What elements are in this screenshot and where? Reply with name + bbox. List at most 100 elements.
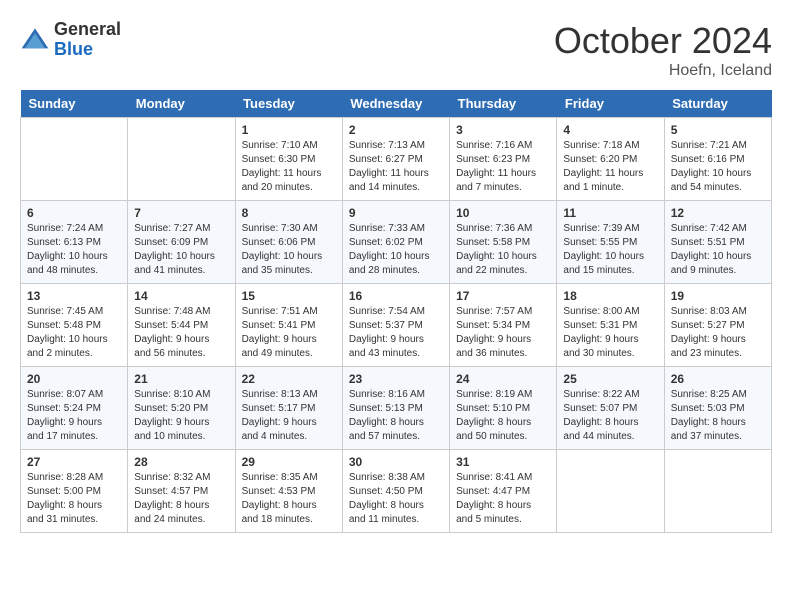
logo-text: General Blue bbox=[54, 20, 121, 60]
day-number: 17 bbox=[456, 289, 550, 303]
day-number: 16 bbox=[349, 289, 443, 303]
calendar-cell bbox=[557, 450, 664, 533]
day-info: Sunrise: 7:39 AM Sunset: 5:55 PM Dayligh… bbox=[563, 222, 657, 278]
calendar-header-row: SundayMondayTuesdayWednesdayThursdayFrid… bbox=[21, 90, 772, 118]
day-info: Sunrise: 8:07 AM Sunset: 5:24 PM Dayligh… bbox=[27, 388, 121, 444]
calendar-cell: 12 Sunrise: 7:42 AM Sunset: 5:51 PM Dayli… bbox=[664, 201, 771, 284]
day-number: 8 bbox=[242, 206, 336, 220]
column-header-thursday: Thursday bbox=[450, 90, 557, 118]
day-number: 5 bbox=[671, 123, 765, 137]
calendar-cell: 19Sunrise: 8:03 AM Sunset: 5:27 PM Dayli… bbox=[664, 284, 771, 367]
day-number: 11 bbox=[563, 206, 657, 220]
day-number: 28 bbox=[134, 455, 228, 469]
day-info: Sunrise: 8:10 AM Sunset: 5:20 PM Dayligh… bbox=[134, 388, 228, 444]
logo-icon bbox=[20, 25, 50, 55]
day-info: Sunrise: 7:30 AM Sunset: 6:06 PM Dayligh… bbox=[242, 222, 336, 278]
month-title: October 2024 bbox=[554, 20, 772, 62]
calendar-cell: 4Sunrise: 7:18 AM Sunset: 6:20 PM Daylig… bbox=[557, 118, 664, 201]
day-info: Sunrise: 8:32 AM Sunset: 4:57 PM Dayligh… bbox=[134, 471, 228, 527]
day-info: Sunrise: 7:18 AM Sunset: 6:20 PM Dayligh… bbox=[563, 139, 657, 195]
day-info: Sunrise: 7:16 AM Sunset: 6:23 PM Dayligh… bbox=[456, 139, 550, 195]
day-number: 3 bbox=[456, 123, 550, 137]
day-number: 27 bbox=[27, 455, 121, 469]
day-number: 18 bbox=[563, 289, 657, 303]
day-number: 26 bbox=[671, 372, 765, 386]
calendar-cell: 6Sunrise: 7:24 AM Sunset: 6:13 PM Daylig… bbox=[21, 201, 128, 284]
calendar-cell: 23 Sunrise: 8:16 AM Sunset: 5:13 PM Dayli… bbox=[342, 367, 449, 450]
column-header-sunday: Sunday bbox=[21, 90, 128, 118]
calendar-cell: 22 Sunrise: 8:13 AM Sunset: 5:17 PM Dayli… bbox=[235, 367, 342, 450]
day-info: Sunrise: 8:03 AM Sunset: 5:27 PM Dayligh… bbox=[671, 305, 765, 361]
calendar-cell: 5Sunrise: 7:21 AM Sunset: 6:16 PM Daylig… bbox=[664, 118, 771, 201]
calendar-cell: 17 Sunrise: 7:57 AM Sunset: 5:34 PM Dayli… bbox=[450, 284, 557, 367]
calendar-cell: 3 Sunrise: 7:16 AM Sunset: 6:23 PM Daylig… bbox=[450, 118, 557, 201]
day-info: Sunrise: 7:48 AM Sunset: 5:44 PM Dayligh… bbox=[134, 305, 228, 361]
calendar-week-3: 13Sunrise: 7:45 AM Sunset: 5:48 PM Dayli… bbox=[21, 284, 772, 367]
day-info: Sunrise: 7:36 AM Sunset: 5:58 PM Dayligh… bbox=[456, 222, 550, 278]
calendar-cell: 9 Sunrise: 7:33 AM Sunset: 6:02 PM Daylig… bbox=[342, 201, 449, 284]
day-info: Sunrise: 8:25 AM Sunset: 5:03 PM Dayligh… bbox=[671, 388, 765, 444]
calendar-cell: 16 Sunrise: 7:54 AM Sunset: 5:37 PM Dayli… bbox=[342, 284, 449, 367]
day-info: Sunrise: 7:27 AM Sunset: 6:09 PM Dayligh… bbox=[134, 222, 228, 278]
day-number: 12 bbox=[671, 206, 765, 220]
calendar-week-5: 27 Sunrise: 8:28 AM Sunset: 5:00 PM Dayli… bbox=[21, 450, 772, 533]
calendar-cell: 13Sunrise: 7:45 AM Sunset: 5:48 PM Dayli… bbox=[21, 284, 128, 367]
calendar-cell: 29 Sunrise: 8:35 AM Sunset: 4:53 PM Dayli… bbox=[235, 450, 342, 533]
column-header-monday: Monday bbox=[128, 90, 235, 118]
day-number: 29 bbox=[242, 455, 336, 469]
day-info: Sunrise: 7:42 AM Sunset: 5:51 PM Dayligh… bbox=[671, 222, 765, 278]
day-info: Sunrise: 8:13 AM Sunset: 5:17 PM Dayligh… bbox=[242, 388, 336, 444]
calendar-week-1: 1Sunrise: 7:10 AM Sunset: 6:30 PM Daylig… bbox=[21, 118, 772, 201]
logo-general-text: General bbox=[54, 20, 121, 40]
calendar-cell: 25 Sunrise: 8:22 AM Sunset: 5:07 PM Dayli… bbox=[557, 367, 664, 450]
calendar-cell bbox=[21, 118, 128, 201]
calendar-cell: 30 Sunrise: 8:38 AM Sunset: 4:50 PM Dayli… bbox=[342, 450, 449, 533]
day-info: Sunrise: 8:22 AM Sunset: 5:07 PM Dayligh… bbox=[563, 388, 657, 444]
day-info: Sunrise: 7:33 AM Sunset: 6:02 PM Dayligh… bbox=[349, 222, 443, 278]
logo: General Blue bbox=[20, 20, 121, 60]
calendar-cell: 15Sunrise: 7:51 AM Sunset: 5:41 PM Dayli… bbox=[235, 284, 342, 367]
day-info: Sunrise: 8:35 AM Sunset: 4:53 PM Dayligh… bbox=[242, 471, 336, 527]
location: Hoefn, Iceland bbox=[554, 62, 772, 80]
calendar-cell: 11 Sunrise: 7:39 AM Sunset: 5:55 PM Dayli… bbox=[557, 201, 664, 284]
calendar-table: SundayMondayTuesdayWednesdayThursdayFrid… bbox=[20, 90, 772, 533]
day-info: Sunrise: 7:57 AM Sunset: 5:34 PM Dayligh… bbox=[456, 305, 550, 361]
day-info: Sunrise: 8:28 AM Sunset: 5:00 PM Dayligh… bbox=[27, 471, 121, 527]
calendar-cell bbox=[128, 118, 235, 201]
day-number: 2 bbox=[349, 123, 443, 137]
column-header-wednesday: Wednesday bbox=[342, 90, 449, 118]
day-number: 25 bbox=[563, 372, 657, 386]
calendar-cell: 31Sunrise: 8:41 AM Sunset: 4:47 PM Dayli… bbox=[450, 450, 557, 533]
calendar-week-4: 20 Sunrise: 8:07 AM Sunset: 5:24 PM Dayli… bbox=[21, 367, 772, 450]
column-header-saturday: Saturday bbox=[664, 90, 771, 118]
day-number: 20 bbox=[27, 372, 121, 386]
logo-blue-text: Blue bbox=[54, 40, 121, 60]
calendar-cell: 1Sunrise: 7:10 AM Sunset: 6:30 PM Daylig… bbox=[235, 118, 342, 201]
day-number: 15 bbox=[242, 289, 336, 303]
day-info: Sunrise: 7:24 AM Sunset: 6:13 PM Dayligh… bbox=[27, 222, 121, 278]
calendar-cell: 14Sunrise: 7:48 AM Sunset: 5:44 PM Dayli… bbox=[128, 284, 235, 367]
calendar-cell: 18 Sunrise: 8:00 AM Sunset: 5:31 PM Dayli… bbox=[557, 284, 664, 367]
day-info: Sunrise: 8:00 AM Sunset: 5:31 PM Dayligh… bbox=[563, 305, 657, 361]
day-number: 30 bbox=[349, 455, 443, 469]
title-block: October 2024 Hoefn, Iceland bbox=[554, 20, 772, 80]
calendar-cell: 28 Sunrise: 8:32 AM Sunset: 4:57 PM Dayli… bbox=[128, 450, 235, 533]
day-number: 31 bbox=[456, 455, 550, 469]
day-info: Sunrise: 7:10 AM Sunset: 6:30 PM Dayligh… bbox=[242, 139, 336, 195]
calendar-cell: 26 Sunrise: 8:25 AM Sunset: 5:03 PM Dayli… bbox=[664, 367, 771, 450]
day-info: Sunrise: 7:45 AM Sunset: 5:48 PM Dayligh… bbox=[27, 305, 121, 361]
calendar-cell: 27 Sunrise: 8:28 AM Sunset: 5:00 PM Dayli… bbox=[21, 450, 128, 533]
day-number: 9 bbox=[349, 206, 443, 220]
day-number: 24 bbox=[456, 372, 550, 386]
page-header: General Blue October 2024 Hoefn, Iceland bbox=[20, 20, 772, 80]
calendar-cell: 7Sunrise: 7:27 AM Sunset: 6:09 PM Daylig… bbox=[128, 201, 235, 284]
day-info: Sunrise: 7:54 AM Sunset: 5:37 PM Dayligh… bbox=[349, 305, 443, 361]
calendar-cell: 8 Sunrise: 7:30 AM Sunset: 6:06 PM Daylig… bbox=[235, 201, 342, 284]
day-info: Sunrise: 8:19 AM Sunset: 5:10 PM Dayligh… bbox=[456, 388, 550, 444]
day-info: Sunrise: 8:38 AM Sunset: 4:50 PM Dayligh… bbox=[349, 471, 443, 527]
day-number: 10 bbox=[456, 206, 550, 220]
day-info: Sunrise: 8:16 AM Sunset: 5:13 PM Dayligh… bbox=[349, 388, 443, 444]
day-number: 23 bbox=[349, 372, 443, 386]
column-header-tuesday: Tuesday bbox=[235, 90, 342, 118]
day-number: 22 bbox=[242, 372, 336, 386]
